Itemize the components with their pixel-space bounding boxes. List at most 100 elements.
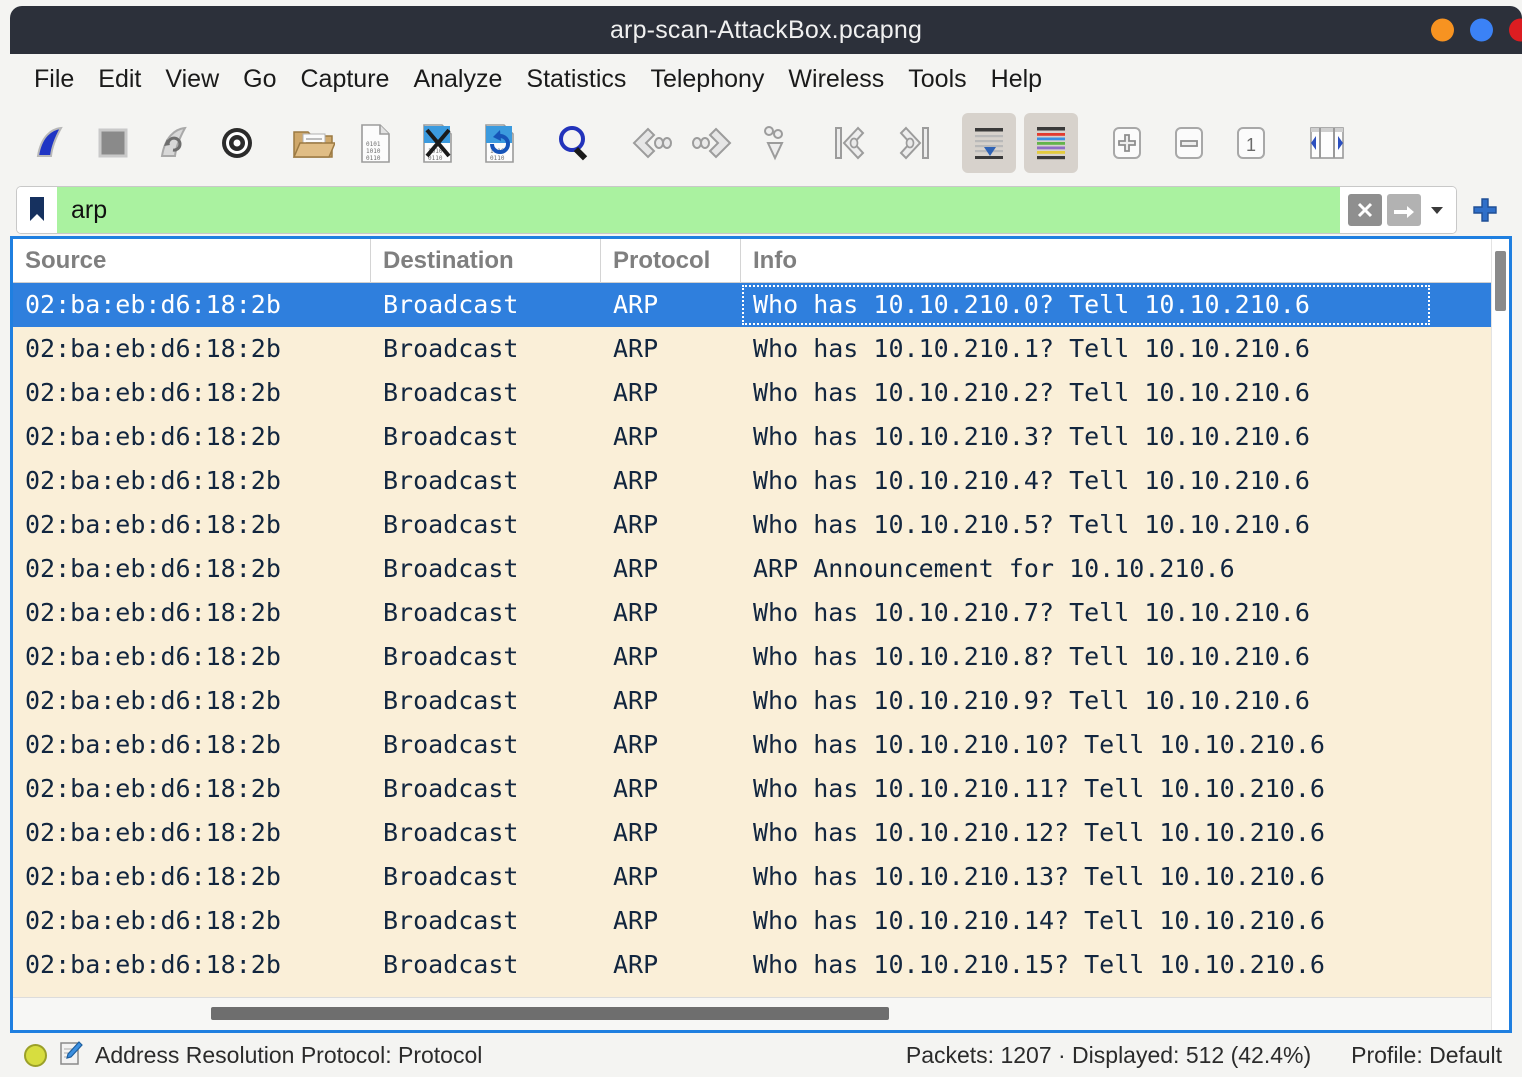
start-capture-shark-fin-icon[interactable]: [24, 113, 78, 173]
cell-source: 02:ba:eb:d6:18:2b: [25, 598, 281, 627]
title-bar: arp-scan-AttackBox.pcapng: [10, 6, 1522, 54]
menu-statistics[interactable]: Statistics: [514, 63, 638, 96]
table-row[interactable]: 02:ba:eb:d6:18:2b Broadcast ARP Who has 10.…: [13, 855, 1497, 899]
table-row[interactable]: 02:ba:eb:d6:18:2b Broadcast ARP Who has 10.…: [13, 591, 1497, 635]
save-file-icon[interactable]: 0101 1010 0110: [348, 113, 402, 173]
cell-destination: Broadcast: [383, 686, 519, 715]
display-filter-input[interactable]: [57, 187, 1340, 233]
table-row[interactable]: 02:ba:eb:d6:18:2b Broadcast ARP Who has 10.…: [13, 723, 1497, 767]
reload-file-icon[interactable]: 1010 0110: [472, 113, 526, 173]
menu-wireless[interactable]: Wireless: [776, 63, 896, 96]
table-row[interactable]: 02:ba:eb:d6:18:2b Broadcast ARP Who has 10.…: [13, 459, 1497, 503]
display-filter-box: [16, 186, 1457, 234]
go-forward-icon[interactable]: [686, 113, 740, 173]
chevron-down-icon[interactable]: [1426, 194, 1448, 226]
zoom-out-icon[interactable]: [1162, 113, 1216, 173]
packet-list-rows: 02:ba:eb:d6:18:2b Broadcast ARP Who has 10.…: [13, 283, 1497, 998]
resize-columns-icon[interactable]: [1300, 113, 1354, 173]
menu-edit[interactable]: Edit: [86, 63, 153, 96]
menu-view[interactable]: View: [153, 63, 231, 96]
cell-destination: Broadcast: [383, 862, 519, 891]
table-row[interactable]: 02:ba:eb:d6:18:2b Broadcast ARP Who has 10.…: [13, 679, 1497, 723]
status-bar-right: Packets: 1207 · Displayed: 512 (42.4%) P…: [906, 1042, 1502, 1069]
find-packet-magnifier-icon[interactable]: [548, 113, 602, 173]
column-header-protocol[interactable]: Protocol: [601, 239, 741, 283]
go-to-last-packet-icon[interactable]: [886, 113, 940, 173]
cell-info: Who has 10.10.210.1? Tell 10.10.210.6: [753, 334, 1310, 363]
column-header-source[interactable]: Source: [13, 239, 371, 283]
packet-list-vertical-scrollbar[interactable]: [1491, 239, 1509, 1030]
cell-source: 02:ba:eb:d6:18:2b: [25, 378, 281, 407]
menu-go[interactable]: Go: [231, 63, 288, 96]
profile-text[interactable]: Profile: Default: [1351, 1042, 1502, 1069]
svg-text:1: 1: [1246, 135, 1256, 155]
cell-destination: Broadcast: [383, 598, 519, 627]
horizontal-scrollbar-thumb[interactable]: [211, 1007, 889, 1020]
go-to-packet-icon[interactable]: [748, 113, 802, 173]
menu-help[interactable]: Help: [979, 63, 1054, 96]
cell-destination: Broadcast: [383, 818, 519, 847]
table-row[interactable]: 02:ba:eb:d6:18:2b Broadcast ARP Who has 10.…: [13, 899, 1497, 943]
zoom-in-icon[interactable]: [1100, 113, 1154, 173]
column-header-info[interactable]: Info: [741, 239, 1497, 283]
table-row[interactable]: 02:ba:eb:d6:18:2b Broadcast ARP Who has 10.…: [13, 635, 1497, 679]
cell-info: Who has 10.10.210.15? Tell 10.10.210.6: [753, 950, 1325, 979]
cell-info: Who has 10.10.210.8? Tell 10.10.210.6: [753, 642, 1310, 671]
go-back-icon[interactable]: [624, 113, 678, 173]
menu-capture[interactable]: Capture: [289, 63, 402, 96]
svg-text:0110: 0110: [490, 155, 505, 162]
menu-tools[interactable]: Tools: [896, 63, 978, 96]
table-row[interactable]: 02:ba:eb:d6:18:2b Broadcast ARP Who has 10.…: [13, 371, 1497, 415]
status-bar-left: Address Resolution Protocol: Protocol: [24, 1040, 482, 1071]
column-header-destination[interactable]: Destination: [371, 239, 601, 283]
zoom-reset-icon[interactable]: 1: [1224, 113, 1278, 173]
maximize-button[interactable]: [1470, 18, 1493, 42]
menu-file[interactable]: File: [22, 63, 86, 96]
cell-info: Who has 10.10.210.11? Tell 10.10.210.6: [753, 774, 1325, 803]
cell-source: 02:ba:eb:d6:18:2b: [25, 818, 281, 847]
svg-text:0110: 0110: [366, 155, 381, 162]
packet-counts-text: Packets: 1207 · Displayed: 512 (42.4%): [905, 1041, 1312, 1068]
cell-destination: Broadcast: [383, 730, 519, 759]
close-file-icon[interactable]: 1010 0110: [410, 113, 464, 173]
table-row[interactable]: 02:ba:eb:d6:18:2b Broadcast ARP Who has 10.…: [13, 943, 1497, 987]
packet-list-viewport: Source Destination Protocol Info 02:ba:e…: [13, 239, 1497, 1030]
table-row[interactable]: 02:ba:eb:d6:18:2b Broadcast ARP Who has 10.…: [13, 327, 1497, 371]
colorize-packets-icon[interactable]: [1024, 113, 1078, 173]
table-row[interactable]: 02:ba:eb:d6:18:2b Broadcast ARP Who has 10.…: [13, 283, 1497, 327]
display-filter-bar: [10, 182, 1522, 238]
stop-capture-square-icon[interactable]: [86, 113, 140, 173]
packet-list-horizontal-scrollbar[interactable]: [13, 997, 1497, 1030]
cell-protocol: ARP: [613, 334, 659, 363]
cell-protocol: ARP: [613, 906, 659, 935]
menu-analyze[interactable]: Analyze: [401, 63, 514, 96]
packet-list-header: Source Destination Protocol Info: [13, 239, 1497, 283]
close-button[interactable]: [1509, 18, 1522, 42]
cell-protocol: ARP: [613, 774, 659, 803]
go-to-first-packet-icon[interactable]: [824, 113, 878, 173]
minimize-button[interactable]: [1431, 18, 1454, 42]
apply-filter-arrow-icon[interactable]: [1387, 194, 1421, 226]
table-row[interactable]: 02:ba:eb:d6:18:2b Broadcast ARP Who has 10.…: [13, 503, 1497, 547]
cell-protocol: ARP: [613, 642, 659, 671]
table-row[interactable]: 02:ba:eb:d6:18:2b Broadcast ARP ARP Announc…: [13, 547, 1497, 591]
menu-telephony[interactable]: Telephony: [638, 63, 776, 96]
table-row[interactable]: 02:ba:eb:d6:18:2b Broadcast ARP Who has 10.…: [13, 415, 1497, 459]
cell-source: 02:ba:eb:d6:18:2b: [25, 862, 281, 891]
restart-capture-icon[interactable]: [148, 113, 202, 173]
bookmark-icon[interactable]: [17, 187, 57, 233]
expert-info-circle-icon[interactable]: [24, 1043, 47, 1067]
table-row[interactable]: 02:ba:eb:d6:18:2b Broadcast ARP Who has 10.…: [13, 811, 1497, 855]
status-field-text: Address Resolution Protocol: Protocol: [95, 1041, 483, 1068]
add-filter-plus-icon[interactable]: [1463, 186, 1507, 234]
capture-options-gear-icon[interactable]: [210, 113, 264, 173]
cell-source: 02:ba:eb:d6:18:2b: [25, 642, 281, 671]
clear-filter-x-icon[interactable]: [1348, 194, 1382, 226]
cell-info: Who has 10.10.210.9? Tell 10.10.210.6: [753, 686, 1310, 715]
capture-comment-icon[interactable]: [59, 1040, 83, 1071]
table-row[interactable]: 02:ba:eb:d6:18:2b Broadcast ARP Who has 10.…: [13, 767, 1497, 811]
open-file-folder-icon[interactable]: [286, 113, 340, 173]
vertical-scrollbar-thumb[interactable]: [1495, 251, 1506, 311]
cell-source: 02:ba:eb:d6:18:2b: [25, 774, 281, 803]
auto-scroll-icon[interactable]: [962, 113, 1016, 173]
